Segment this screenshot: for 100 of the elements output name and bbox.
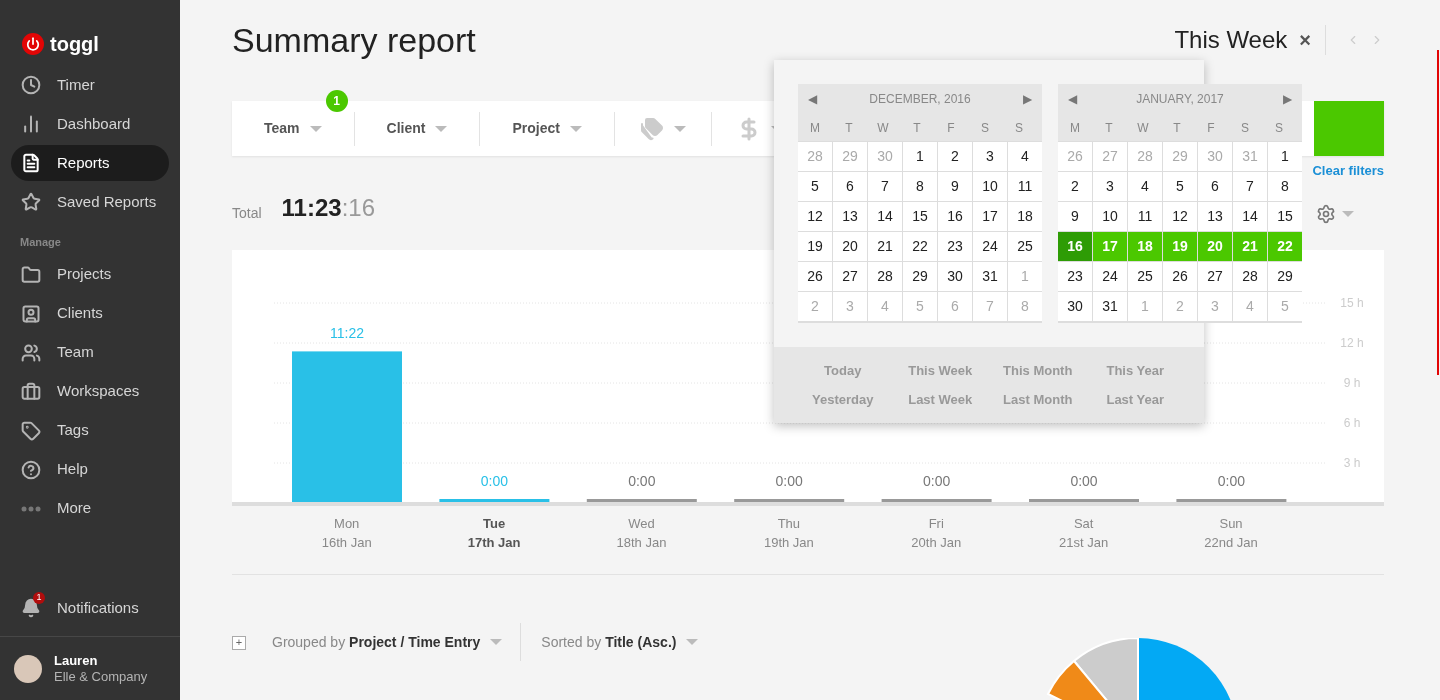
day-cell[interactable]: 31: [973, 262, 1007, 291]
day-cell[interactable]: 29: [1268, 262, 1302, 291]
day-cell[interactable]: 27: [1198, 262, 1232, 291]
day-cell[interactable]: 28: [1233, 262, 1267, 291]
day-cell[interactable]: 7: [1233, 172, 1267, 201]
filter-dropdown[interactable]: [639, 116, 686, 141]
day-cell[interactable]: 10: [1093, 202, 1127, 231]
nav-item[interactable]: Help: [11, 451, 169, 488]
day-cell[interactable]: 23: [1058, 262, 1092, 291]
apply-button[interactable]: [1314, 101, 1384, 156]
day-cell[interactable]: 1: [1268, 142, 1302, 171]
bar[interactable]: [292, 351, 402, 502]
day-cell[interactable]: 2: [938, 142, 972, 171]
day-cell[interactable]: 12: [1163, 202, 1197, 231]
day-cell[interactable]: 23: [938, 232, 972, 261]
day-cell[interactable]: 27: [833, 262, 867, 291]
nav-item[interactable]: Timer: [11, 67, 169, 103]
notification-badge: 1: [33, 592, 45, 604]
day-cell[interactable]: 16: [938, 202, 972, 231]
day-cell[interactable]: 18: [1008, 202, 1042, 231]
day-cell[interactable]: 4: [1128, 172, 1162, 201]
nav-item[interactable]: Tags: [11, 412, 169, 449]
nav-item[interactable]: Dashboard: [11, 106, 169, 142]
day-cell[interactable]: 1: [903, 142, 937, 171]
day-cell[interactable]: 3: [1093, 172, 1127, 201]
day-cell[interactable]: 13: [833, 202, 867, 231]
filter-dropdown[interactable]: Project: [512, 118, 582, 139]
period-label[interactable]: This Week: [1174, 22, 1288, 58]
day-cell[interactable]: 9: [938, 172, 972, 201]
day-cell[interactable]: 13: [1198, 202, 1232, 231]
day-cell[interactable]: 28: [868, 262, 902, 291]
day-cell[interactable]: 5: [1163, 172, 1197, 201]
value-label: 0:00: [1217, 473, 1246, 489]
day-cell[interactable]: 20: [833, 232, 867, 261]
next-month-button[interactable]: ▶: [1283, 90, 1292, 108]
day-cell[interactable]: 24: [1093, 262, 1127, 291]
total-time: 11:23:16: [281, 193, 375, 223]
day-cell[interactable]: 7: [868, 172, 902, 201]
day-cell[interactable]: 11: [1008, 172, 1042, 201]
dots-icon: [21, 505, 41, 512]
day-cell[interactable]: 22: [903, 232, 937, 261]
day-cell[interactable]: 25: [1128, 262, 1162, 291]
day-cell[interactable]: 30: [1058, 292, 1092, 321]
caret-icon: [309, 125, 322, 132]
day-cell[interactable]: 9: [1058, 202, 1092, 231]
day-cell[interactable]: 14: [1233, 202, 1267, 231]
day-cell[interactable]: 25: [1008, 232, 1042, 261]
day-cell[interactable]: 29: [903, 262, 937, 291]
day-cell[interactable]: 12: [798, 202, 832, 231]
day-cell[interactable]: 15: [903, 202, 937, 231]
day-label: Mon 16th Jan: [320, 515, 373, 552]
day-label: Fri 20th Jan: [910, 515, 963, 552]
day-cell[interactable]: 10: [973, 172, 1007, 201]
previous-month-button[interactable]: ◀: [808, 90, 817, 108]
filter-dropdown[interactable]: Team: [264, 118, 322, 139]
day-cell[interactable]: 6: [1198, 172, 1232, 201]
notifications-item[interactable]: 1 Notifications: [0, 590, 180, 626]
nav-item[interactable]: Team: [11, 334, 169, 371]
nav-item[interactable]: Saved Reports: [11, 184, 169, 220]
day-cell[interactable]: 14: [868, 202, 902, 231]
nav-item[interactable]: Clients: [11, 295, 169, 332]
nav-item[interactable]: Projects: [11, 256, 169, 293]
nav-item[interactable]: More: [11, 490, 169, 527]
value-label: 0:00: [628, 473, 656, 489]
filter-dropdown[interactable]: Client: [386, 118, 448, 139]
weekday-label: T: [844, 119, 854, 137]
day-cell[interactable]: 5: [798, 172, 832, 201]
day-cell[interactable]: 11: [1128, 202, 1162, 231]
day-cell[interactable]: 16: [1058, 232, 1092, 261]
sort-by-dropdown[interactable]: Sorted by Title (Asc.): [541, 623, 699, 661]
day-cell[interactable]: 4: [1008, 142, 1042, 171]
day-cell[interactable]: 3: [973, 142, 1007, 171]
previous-month-button[interactable]: ◀: [1068, 90, 1077, 108]
logo: toggl: [50, 32, 99, 57]
document-icon: [21, 153, 41, 173]
nav-item[interactable]: Workspaces: [11, 373, 169, 410]
day-cell[interactable]: 15: [1268, 202, 1302, 231]
day-cell[interactable]: 17: [973, 202, 1007, 231]
day-cell[interactable]: 6: [833, 172, 867, 201]
day-cell[interactable]: 21: [868, 232, 902, 261]
nav-item[interactable]: Reports: [11, 145, 169, 181]
group-by-dropdown[interactable]: Grouped by Project / Time Entry: [272, 623, 522, 661]
day-cell[interactable]: 26: [798, 262, 832, 291]
next-month-button[interactable]: ▶: [1023, 90, 1032, 108]
day-cell[interactable]: 8: [903, 172, 937, 201]
day-cell[interactable]: 31: [1093, 292, 1127, 321]
avatar[interactable]: [14, 654, 42, 683]
day-cell[interactable]: 19: [798, 232, 832, 261]
expand-button[interactable]: +: [232, 636, 246, 650]
caret-icon: [435, 125, 448, 132]
day-cell[interactable]: 24: [973, 232, 1007, 261]
day-cell[interactable]: 2: [1058, 172, 1092, 201]
day-cell[interactable]: 26: [1163, 262, 1197, 291]
close-button[interactable]: ×: [1299, 25, 1311, 55]
day-cell[interactable]: 8: [1268, 172, 1302, 201]
settings-icon[interactable]: [1316, 204, 1336, 224]
count-badge: 1: [325, 89, 348, 112]
weekday-label: M: [809, 119, 821, 137]
weekday-label: T: [912, 119, 922, 137]
day-cell[interactable]: 30: [938, 262, 972, 291]
